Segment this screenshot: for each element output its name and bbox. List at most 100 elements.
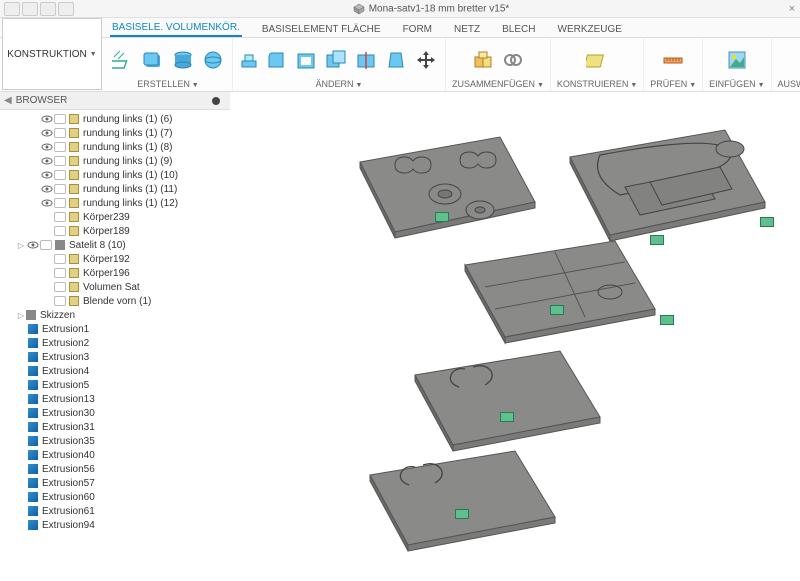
group-label[interactable]: ÄNDERN	[316, 79, 363, 89]
select-box[interactable]	[54, 282, 66, 292]
tree-row[interactable]: Extrusion30	[0, 406, 230, 420]
tree-row[interactable]: Extrusion13	[0, 392, 230, 406]
group-label[interactable]: ZUSAMMENFÜGEN	[452, 79, 544, 89]
tree-row[interactable]: Extrusion57	[0, 476, 230, 490]
visibility-icon[interactable]	[40, 254, 54, 264]
component-badge[interactable]	[455, 509, 469, 519]
tree-row[interactable]: Extrusion1	[0, 322, 230, 336]
visibility-icon[interactable]	[40, 282, 54, 292]
tree-row[interactable]: Volumen Sat	[0, 280, 230, 294]
ribbon-tab[interactable]: BASISELEMENT FLÄCHE	[260, 21, 383, 37]
tree-row[interactable]: Körper189	[0, 224, 230, 238]
select-box[interactable]	[54, 212, 66, 222]
visibility-icon[interactable]	[40, 142, 54, 152]
select-box[interactable]	[54, 142, 66, 152]
model-plate[interactable]	[455, 237, 665, 357]
tree-row[interactable]: Extrusion40	[0, 448, 230, 462]
select-box[interactable]	[54, 198, 66, 208]
tree-row[interactable]: Extrusion5	[0, 378, 230, 392]
select-box[interactable]	[40, 240, 52, 250]
select-box[interactable]	[54, 296, 66, 306]
close-button[interactable]: ×	[784, 3, 800, 15]
box-icon[interactable]	[140, 47, 166, 73]
visibility-icon[interactable]	[40, 170, 54, 180]
component-badge[interactable]	[435, 212, 449, 222]
shell-icon[interactable]	[293, 47, 319, 73]
tree-row[interactable]: Extrusion56	[0, 462, 230, 476]
visibility-icon[interactable]	[40, 296, 54, 306]
ribbon-tab[interactable]: BLECH	[500, 21, 537, 37]
tree-row[interactable]: rundung links (1) (12)	[0, 196, 230, 210]
visibility-icon[interactable]	[40, 198, 54, 208]
workspace-dropdown[interactable]: KONSTRUKTION	[2, 18, 102, 90]
model-plate[interactable]	[350, 132, 540, 252]
expand-icon[interactable]: ▷	[16, 311, 26, 320]
group-label[interactable]: KONSTRUIEREN	[557, 79, 637, 89]
collapse-icon[interactable]: ◀	[4, 95, 12, 106]
select-box[interactable]	[54, 254, 66, 264]
construct-plane-icon[interactable]	[584, 47, 610, 73]
ribbon-tab[interactable]: BASISELE. VOLUMENKÖR.	[110, 19, 242, 37]
visibility-icon[interactable]	[40, 184, 54, 194]
qat-button[interactable]	[4, 2, 20, 16]
tree-row[interactable]: Blende vorn (1)	[0, 294, 230, 308]
tree-row[interactable]: Körper196	[0, 266, 230, 280]
expand-icon[interactable]: ▷	[16, 241, 26, 250]
visibility-icon[interactable]	[40, 226, 54, 236]
tree-row[interactable]: Körper192	[0, 252, 230, 266]
cylinder-icon[interactable]	[170, 47, 196, 73]
tree-row[interactable]: ▷Satelit 8 (10)	[0, 238, 230, 252]
group-label[interactable]: PRÜFEN	[650, 79, 696, 89]
tree-row[interactable]: Extrusion94	[0, 518, 230, 532]
visibility-icon[interactable]	[40, 114, 54, 124]
tree-row[interactable]: Extrusion61	[0, 504, 230, 518]
model-plate[interactable]	[405, 347, 605, 462]
tree-row[interactable]: Extrusion31	[0, 420, 230, 434]
visibility-icon[interactable]	[40, 212, 54, 222]
qat-dropdown[interactable]	[58, 2, 74, 16]
group-label[interactable]: ERSTELLEN	[137, 79, 198, 89]
select-box[interactable]	[54, 114, 66, 124]
press-pull-icon[interactable]	[239, 50, 259, 70]
tree-row[interactable]: Extrusion4	[0, 364, 230, 378]
select-box[interactable]	[54, 156, 66, 166]
assemble-icon[interactable]	[470, 47, 496, 73]
draft-icon[interactable]	[383, 47, 409, 73]
select-box[interactable]	[54, 170, 66, 180]
qat-button[interactable]	[22, 2, 38, 16]
component-badge[interactable]	[660, 315, 674, 325]
qat-button[interactable]	[40, 2, 56, 16]
tree-row[interactable]: rundung links (1) (6)	[0, 112, 230, 126]
fillet-icon[interactable]	[263, 47, 289, 73]
visibility-icon[interactable]	[40, 156, 54, 166]
sphere-icon[interactable]	[200, 47, 226, 73]
sketch-icon[interactable]	[110, 47, 136, 73]
tree-row[interactable]: rundung links (1) (9)	[0, 154, 230, 168]
ribbon-tab[interactable]: WERKZEUGE	[556, 21, 624, 37]
tree-row[interactable]: rundung links (1) (11)	[0, 182, 230, 196]
ribbon-tab[interactable]: NETZ	[452, 21, 482, 37]
visibility-icon[interactable]	[40, 268, 54, 278]
component-badge[interactable]	[550, 305, 564, 315]
tree-row[interactable]: rundung links (1) (7)	[0, 126, 230, 140]
model-plate[interactable]	[360, 447, 560, 562]
tree-row[interactable]: rundung links (1) (10)	[0, 168, 230, 182]
component-badge[interactable]	[500, 412, 514, 422]
tree-row[interactable]: Extrusion35	[0, 434, 230, 448]
select-box[interactable]	[54, 184, 66, 194]
tree-row[interactable]: Körper239	[0, 210, 230, 224]
combine-icon[interactable]	[323, 47, 349, 73]
browser-settings-icon[interactable]	[212, 97, 220, 105]
tree-row[interactable]: ▷Skizzen	[0, 308, 230, 322]
measure-icon[interactable]	[660, 47, 686, 73]
visibility-icon[interactable]	[40, 128, 54, 138]
select-box[interactable]	[54, 268, 66, 278]
joint-icon[interactable]	[500, 47, 526, 73]
tree-row[interactable]: Extrusion2	[0, 336, 230, 350]
browser-header[interactable]: ◀ BROWSER	[0, 92, 230, 110]
move-icon[interactable]	[413, 47, 439, 73]
tree-row[interactable]: Extrusion60	[0, 490, 230, 504]
ribbon-tab[interactable]: FORM	[401, 21, 434, 37]
tree-row[interactable]: rundung links (1) (8)	[0, 140, 230, 154]
select-box[interactable]	[54, 226, 66, 236]
